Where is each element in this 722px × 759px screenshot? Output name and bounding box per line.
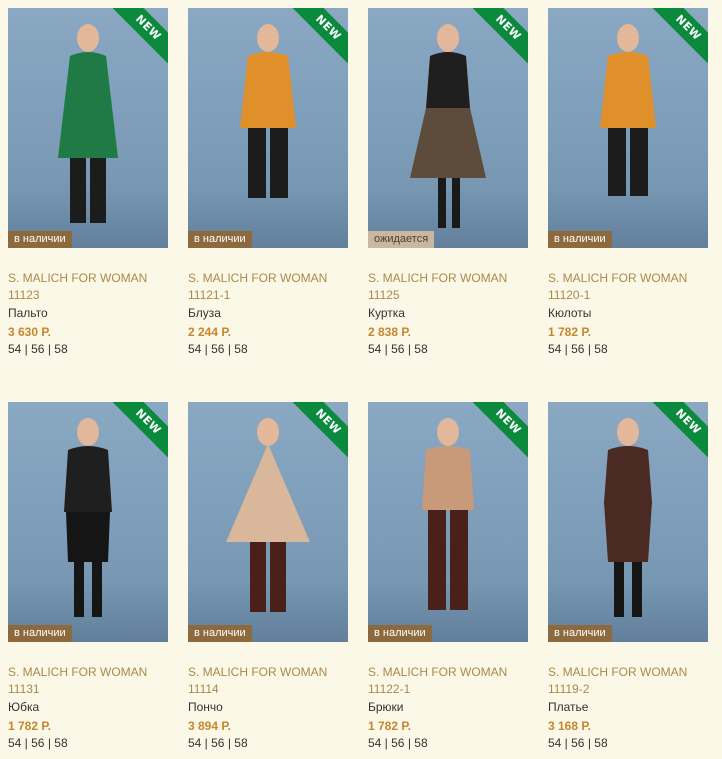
product-price: 3 894 Р. (188, 719, 231, 733)
status-badge: ожидается (368, 231, 435, 248)
product-sku: 11121-1 (188, 288, 231, 302)
product-grid: NEW в наличии S. MALICH FOR WOMAN 11123 … (0, 0, 722, 759)
product-sku: 11120-1 (548, 288, 591, 302)
product-sizes: 54 | 56 | 58 (548, 736, 608, 750)
product-photo[interactable]: NEW в наличии (368, 402, 528, 642)
product-price: 3 630 Р. (8, 325, 51, 339)
product-price: 1 782 Р. (548, 325, 591, 339)
product-price: 2 244 Р. (188, 325, 231, 339)
product-sizes: 54 | 56 | 58 (188, 342, 248, 356)
product-card[interactable]: NEW в наличии S. MALICH FOR WOMAN 11119-… (548, 402, 710, 752)
product-sizes: 54 | 56 | 58 (8, 736, 68, 750)
new-ribbon: NEW (653, 8, 708, 63)
product-name[interactable]: Юбка (8, 698, 170, 717)
product-sizes: 54 | 56 | 58 (368, 342, 428, 356)
brand-link[interactable]: S. MALICH FOR WOMAN (368, 664, 530, 681)
status-badge: в наличии (188, 625, 252, 642)
brand-link[interactable]: S. MALICH FOR WOMAN (8, 664, 170, 681)
product-photo[interactable]: NEW в наличии (188, 402, 348, 642)
product-card[interactable]: NEW в наличии S. MALICH FOR WOMAN 11120-… (548, 8, 710, 358)
product-name[interactable]: Платье (548, 698, 710, 717)
brand-link[interactable]: S. MALICH FOR WOMAN (188, 270, 350, 287)
status-badge: в наличии (368, 625, 432, 642)
new-ribbon: NEW (113, 8, 168, 63)
new-ribbon: NEW (293, 402, 348, 457)
product-price: 3 168 Р. (548, 719, 591, 733)
product-name[interactable]: Пальто (8, 304, 170, 323)
product-photo[interactable]: NEW в наличии (548, 402, 708, 642)
product-sku: 11122-1 (368, 682, 411, 696)
product-sizes: 54 | 56 | 58 (8, 342, 68, 356)
brand-link[interactable]: S. MALICH FOR WOMAN (188, 664, 350, 681)
product-sizes: 54 | 56 | 58 (188, 736, 248, 750)
status-badge: в наличии (548, 625, 612, 642)
product-name[interactable]: Пончо (188, 698, 350, 717)
product-sizes: 54 | 56 | 58 (548, 342, 608, 356)
product-card[interactable]: NEW в наличии S. MALICH FOR WOMAN 11122-… (368, 402, 530, 752)
product-photo[interactable]: NEW в наличии (8, 8, 168, 248)
status-badge: в наличии (188, 231, 252, 248)
product-price: 1 782 Р. (368, 719, 411, 733)
new-ribbon: NEW (113, 402, 168, 457)
brand-link[interactable]: S. MALICH FOR WOMAN (548, 664, 710, 681)
product-sizes: 54 | 56 | 58 (368, 736, 428, 750)
product-name[interactable]: Брюки (368, 698, 530, 717)
status-badge: в наличии (8, 231, 72, 248)
product-name[interactable]: Куртка (368, 304, 530, 323)
product-card[interactable]: NEW в наличии S. MALICH FOR WOMAN 11121-… (188, 8, 350, 358)
product-sku: 11114 (188, 682, 219, 696)
status-badge: в наличии (548, 231, 612, 248)
product-name[interactable]: Кюлоты (548, 304, 710, 323)
product-price: 2 838 Р. (368, 325, 411, 339)
product-card[interactable]: NEW ожидается S. MALICH FOR WOMAN 11125 … (368, 8, 530, 358)
product-card[interactable]: NEW в наличии S. MALICH FOR WOMAN 11123 … (8, 8, 170, 358)
new-ribbon: NEW (473, 8, 528, 63)
new-ribbon: NEW (653, 402, 708, 457)
product-sku: 11125 (368, 288, 400, 302)
product-card[interactable]: NEW в наличии S. MALICH FOR WOMAN 11114 … (188, 402, 350, 752)
product-sku: 11131 (8, 682, 40, 696)
product-card[interactable]: NEW в наличии S. MALICH FOR WOMAN 11131 … (8, 402, 170, 752)
product-sku: 11119-2 (548, 682, 590, 696)
new-ribbon: NEW (293, 8, 348, 63)
product-photo[interactable]: NEW в наличии (548, 8, 708, 248)
product-photo[interactable]: NEW в наличии (188, 8, 348, 248)
status-badge: в наличии (8, 625, 72, 642)
product-photo[interactable]: NEW в наличии (8, 402, 168, 642)
product-price: 1 782 Р. (8, 719, 51, 733)
new-ribbon: NEW (473, 402, 528, 457)
brand-link[interactable]: S. MALICH FOR WOMAN (368, 270, 530, 287)
product-name[interactable]: Блуза (188, 304, 350, 323)
product-photo[interactable]: NEW ожидается (368, 8, 528, 248)
brand-link[interactable]: S. MALICH FOR WOMAN (8, 270, 170, 287)
product-sku: 11123 (8, 288, 40, 302)
brand-link[interactable]: S. MALICH FOR WOMAN (548, 270, 710, 287)
